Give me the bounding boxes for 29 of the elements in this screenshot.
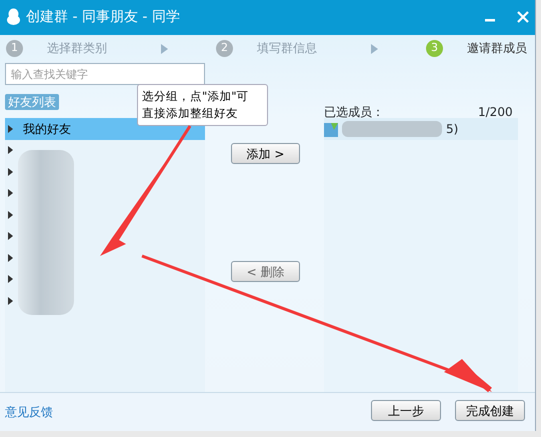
expand-arrow-icon[interactable]	[8, 189, 13, 198]
step-label: 邀请群成员	[467, 40, 527, 57]
expand-arrow-icon[interactable]	[8, 232, 13, 240]
member-count: 1/200	[478, 104, 513, 121]
step-number: 1	[6, 40, 23, 56]
feedback-link[interactable]: 意见反馈	[5, 403, 53, 421]
step-label: 填写群信息	[257, 40, 317, 57]
expand-arrow-icon[interactable]	[8, 254, 13, 262]
step-number: 2	[216, 40, 233, 56]
expand-arrow-icon[interactable]	[8, 275, 13, 284]
expand-arrow-icon[interactable]	[8, 296, 13, 305]
avatar-icon	[324, 120, 338, 138]
group-label: 我的好友	[23, 120, 71, 138]
expand-arrow-icon[interactable]	[8, 146, 13, 154]
expand-arrow-icon[interactable]	[8, 168, 13, 176]
search-field[interactable]: 输入查找关键字	[5, 63, 205, 85]
expand-arrow-icon[interactable]	[8, 210, 13, 219]
members-label: 已选成员：	[324, 104, 384, 121]
tooltip-text: 选分组，点"添加"可 直接添加整组好友	[137, 84, 268, 126]
step-number: 3	[426, 40, 443, 56]
footer-button[interactable]: 上一步	[371, 400, 441, 421]
footer-button[interactable]: 完成创建	[455, 400, 525, 421]
penguin-icon	[6, 7, 21, 28]
member-name: 5)	[446, 121, 458, 138]
member-row[interactable]: 5)	[324, 118, 518, 140]
expand-arrow-icon[interactable]	[8, 124, 13, 133]
step-label: 选择群类别	[47, 40, 107, 57]
window-title: 创建群 - 同事朋友 - 同学	[26, 8, 180, 27]
add-button[interactable]: 添加 >	[231, 143, 300, 164]
